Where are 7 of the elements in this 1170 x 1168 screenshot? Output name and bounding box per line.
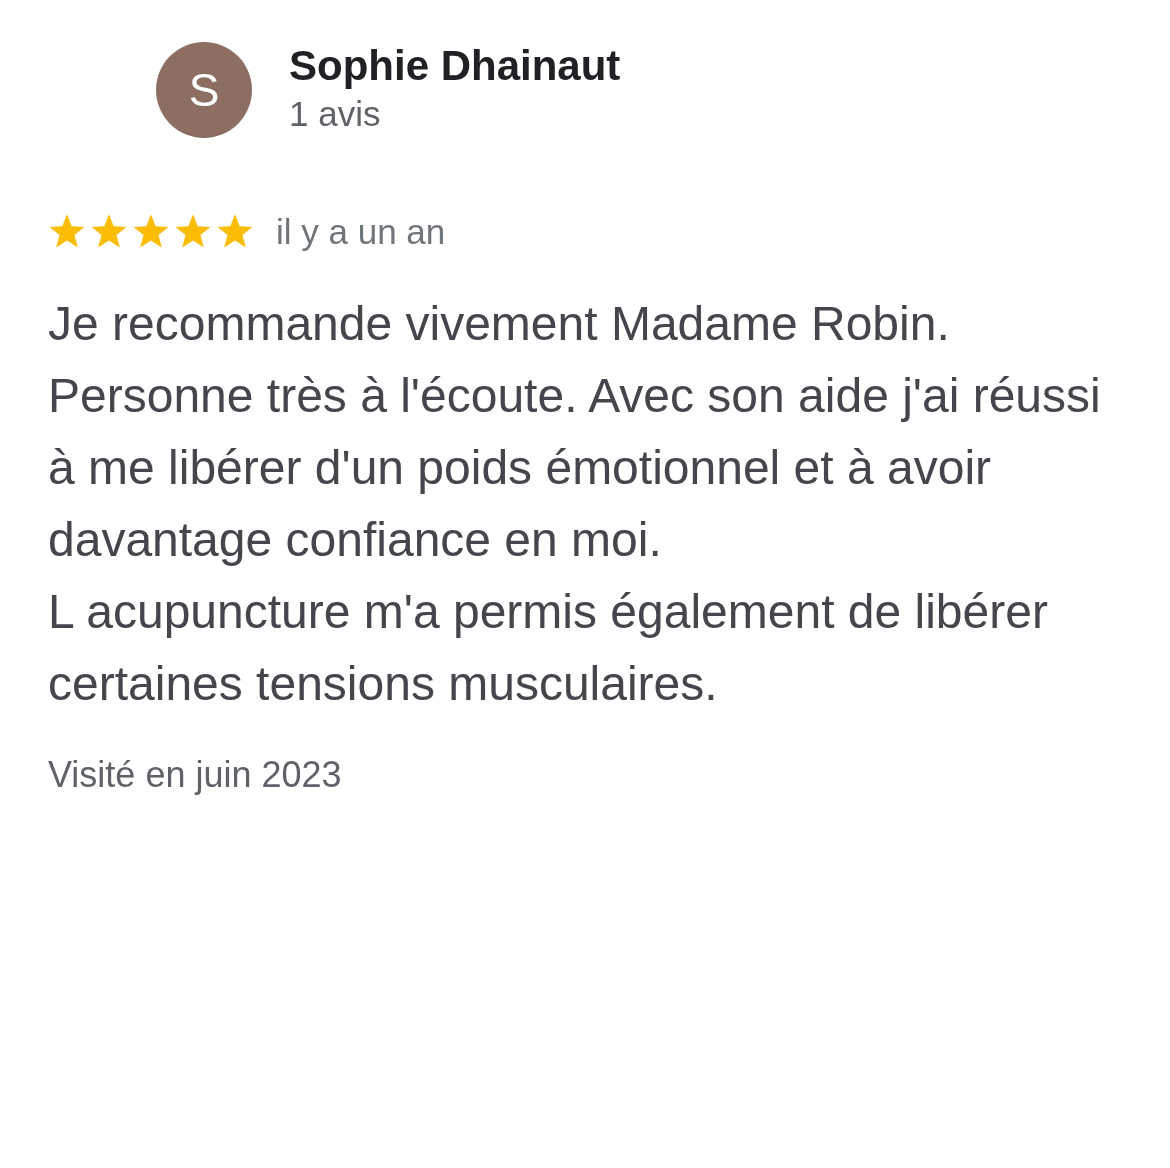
review-count: 1 avis — [289, 93, 381, 135]
review-text: Je recommande vivement Madame Robin. Personne très à l'écoute. Avec son aide j'ai réussi à me libérer d'un poids émotionnel et à avoir davantage confiance en moi. — [48, 296, 1102, 568]
reviewer-name: Sophie Dhainaut — [289, 42, 621, 90]
avatar-initial: S — [188, 67, 220, 113]
review-text: L acupuncture m'a permis également de libérer certaines tensions musculaires. — [48, 584, 1049, 712]
visit-date: Visité en juin 2023 — [48, 754, 342, 795]
review-time: il y a un an — [276, 212, 446, 252]
